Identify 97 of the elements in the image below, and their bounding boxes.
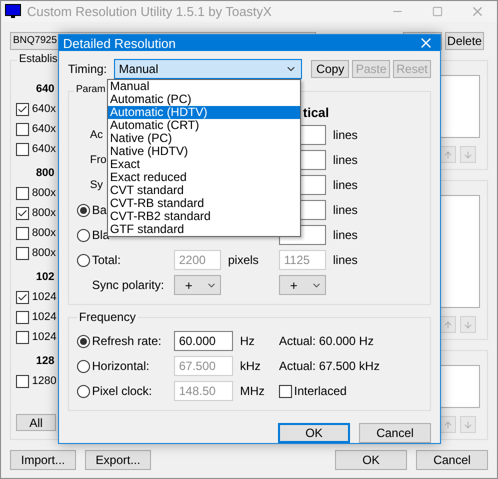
delete-button[interactable]: Delete (445, 32, 484, 50)
timing-button[interactable]: Copy (311, 60, 350, 78)
dropdown-option[interactable]: GTF standard (108, 223, 300, 236)
unit-label: lines (332, 203, 359, 217)
section-header: 640 (36, 83, 54, 95)
unit-label: MHz (239, 384, 266, 398)
row-label: Horizontal: (92, 359, 150, 373)
row-label: Sync polarity: (91, 278, 166, 292)
resolution-label: 1280 (32, 375, 56, 387)
checkbox[interactable] (16, 226, 29, 240)
resolution-label: 800x (32, 187, 56, 199)
dropdown-option[interactable]: CVT-RB2 standard (108, 210, 300, 223)
dropdown-option[interactable]: Manual (108, 80, 300, 93)
resolution-label: 800x (32, 207, 56, 219)
resolution-label: 1024 (32, 291, 56, 303)
dropdown-option[interactable]: Native (HDTV) (108, 145, 300, 158)
radio-button[interactable] (77, 204, 90, 216)
window-title: Custom Resolution Utility 1.5.1 by ToastyX (27, 4, 273, 19)
dropdown-option[interactable]: Exact reduced (108, 171, 300, 184)
timing-label: Timing: (68, 62, 107, 76)
arrow-down-icon (463, 150, 473, 160)
arrow-up-icon (443, 320, 453, 330)
ok-button[interactable]: OK (335, 450, 407, 470)
row-label: Refresh rate: (92, 334, 162, 348)
arrow-down-icon (463, 420, 473, 430)
dropdown-option[interactable]: Native (PC) (108, 132, 300, 145)
unit-label: lines (332, 253, 359, 267)
arrow-up-icon (443, 150, 453, 160)
export-button[interactable]: Export... (85, 450, 151, 470)
checkbox[interactable] (16, 374, 29, 388)
section-header: 800 (36, 167, 54, 179)
resolution-label: 640x (32, 103, 56, 115)
checkbox[interactable] (16, 246, 29, 260)
dialog-title: Detailed Resolution (63, 36, 177, 50)
arrow-down-icon (463, 320, 473, 330)
checkbox[interactable] (16, 330, 29, 344)
unit-label: lines (332, 153, 359, 167)
list-box[interactable] (440, 365, 480, 408)
row-label: Ba (92, 203, 107, 217)
section-header: 128 (36, 355, 54, 367)
row-label: Total: (92, 253, 121, 267)
row-label: Sy (90, 179, 103, 191)
resolution-label: 640x (32, 123, 56, 135)
actual-value: Actual: 67.500 kHz (279, 359, 381, 373)
checkbox-label: Interlaced (294, 384, 347, 398)
section-header: 102 (36, 271, 54, 283)
resolution-label: 1024 (32, 331, 56, 343)
radio-button[interactable] (77, 228, 90, 242)
all-button[interactable]: All (16, 414, 56, 431)
list-box[interactable] (440, 75, 480, 138)
resolution-label: 640x (32, 143, 56, 155)
input-field[interactable]: 60.000 (174, 331, 233, 351)
dropdown-option[interactable]: Exact (108, 158, 300, 171)
cancel-button[interactable]: Cancel (416, 450, 488, 470)
unit-label: lines (332, 228, 359, 242)
column-header: tical (302, 105, 326, 120)
dropdown-option[interactable]: Automatic (PC) (108, 93, 300, 106)
move-up-button[interactable] (440, 416, 456, 433)
checkbox[interactable] (16, 102, 29, 116)
app-icon (5, 4, 21, 19)
import-button[interactable]: Import... (10, 450, 76, 470)
group-label: Param (74, 84, 108, 95)
dropdown-option[interactable]: Automatic (CRT) (108, 119, 300, 132)
dropdown-option[interactable]: CVT standard (108, 184, 300, 197)
checkbox[interactable] (16, 206, 29, 220)
unit-label: pixels (227, 253, 260, 267)
timing-dropdown[interactable]: Manual (114, 59, 302, 79)
resolution-label: 800x (32, 247, 56, 259)
checkbox[interactable] (16, 310, 29, 324)
resolution-label: 800x (32, 227, 56, 239)
dropdown-option[interactable]: CVT-RB standard (108, 197, 300, 210)
resolution-label: 1024 (32, 311, 56, 323)
list-box[interactable] (440, 195, 480, 308)
unit-label: lines (332, 128, 359, 142)
radio-button[interactable] (77, 334, 90, 348)
cancel-button[interactable]: Cancel (359, 423, 431, 443)
dropdown-option[interactable]: Automatic (HDTV) (108, 106, 300, 119)
unit-label: Hz (239, 334, 256, 348)
unit-label: kHz (239, 359, 262, 373)
ok-button[interactable]: OK (278, 423, 350, 443)
row-label: Pixel clock: (92, 384, 152, 398)
checkbox[interactable] (16, 122, 29, 136)
row-label: Fro (90, 154, 106, 166)
arrow-up-icon (443, 420, 453, 430)
actual-value: Actual: 60.000 Hz (279, 334, 375, 348)
polarity-dropdown[interactable]: + (174, 275, 221, 295)
group-label: Establis (17, 53, 60, 65)
move-up-button[interactable] (440, 146, 456, 163)
checkbox[interactable] (16, 186, 29, 200)
checkbox[interactable] (16, 290, 29, 304)
timing-options-list[interactable]: Manual Automatic (PC) Automatic (HDTV) Automatic (CRT) Native (PC) Native (HDTV) Exact Exact reduced CVT standard CVT-RB standard CVT-RB2 standard GTF standard (107, 79, 301, 237)
group-label: Frequency (77, 310, 138, 324)
move-up-button[interactable] (440, 316, 456, 333)
checkbox[interactable] (16, 142, 29, 156)
polarity-dropdown[interactable]: + (279, 275, 326, 295)
unit-label: lines (332, 178, 359, 192)
row-label: Ac (90, 129, 103, 141)
